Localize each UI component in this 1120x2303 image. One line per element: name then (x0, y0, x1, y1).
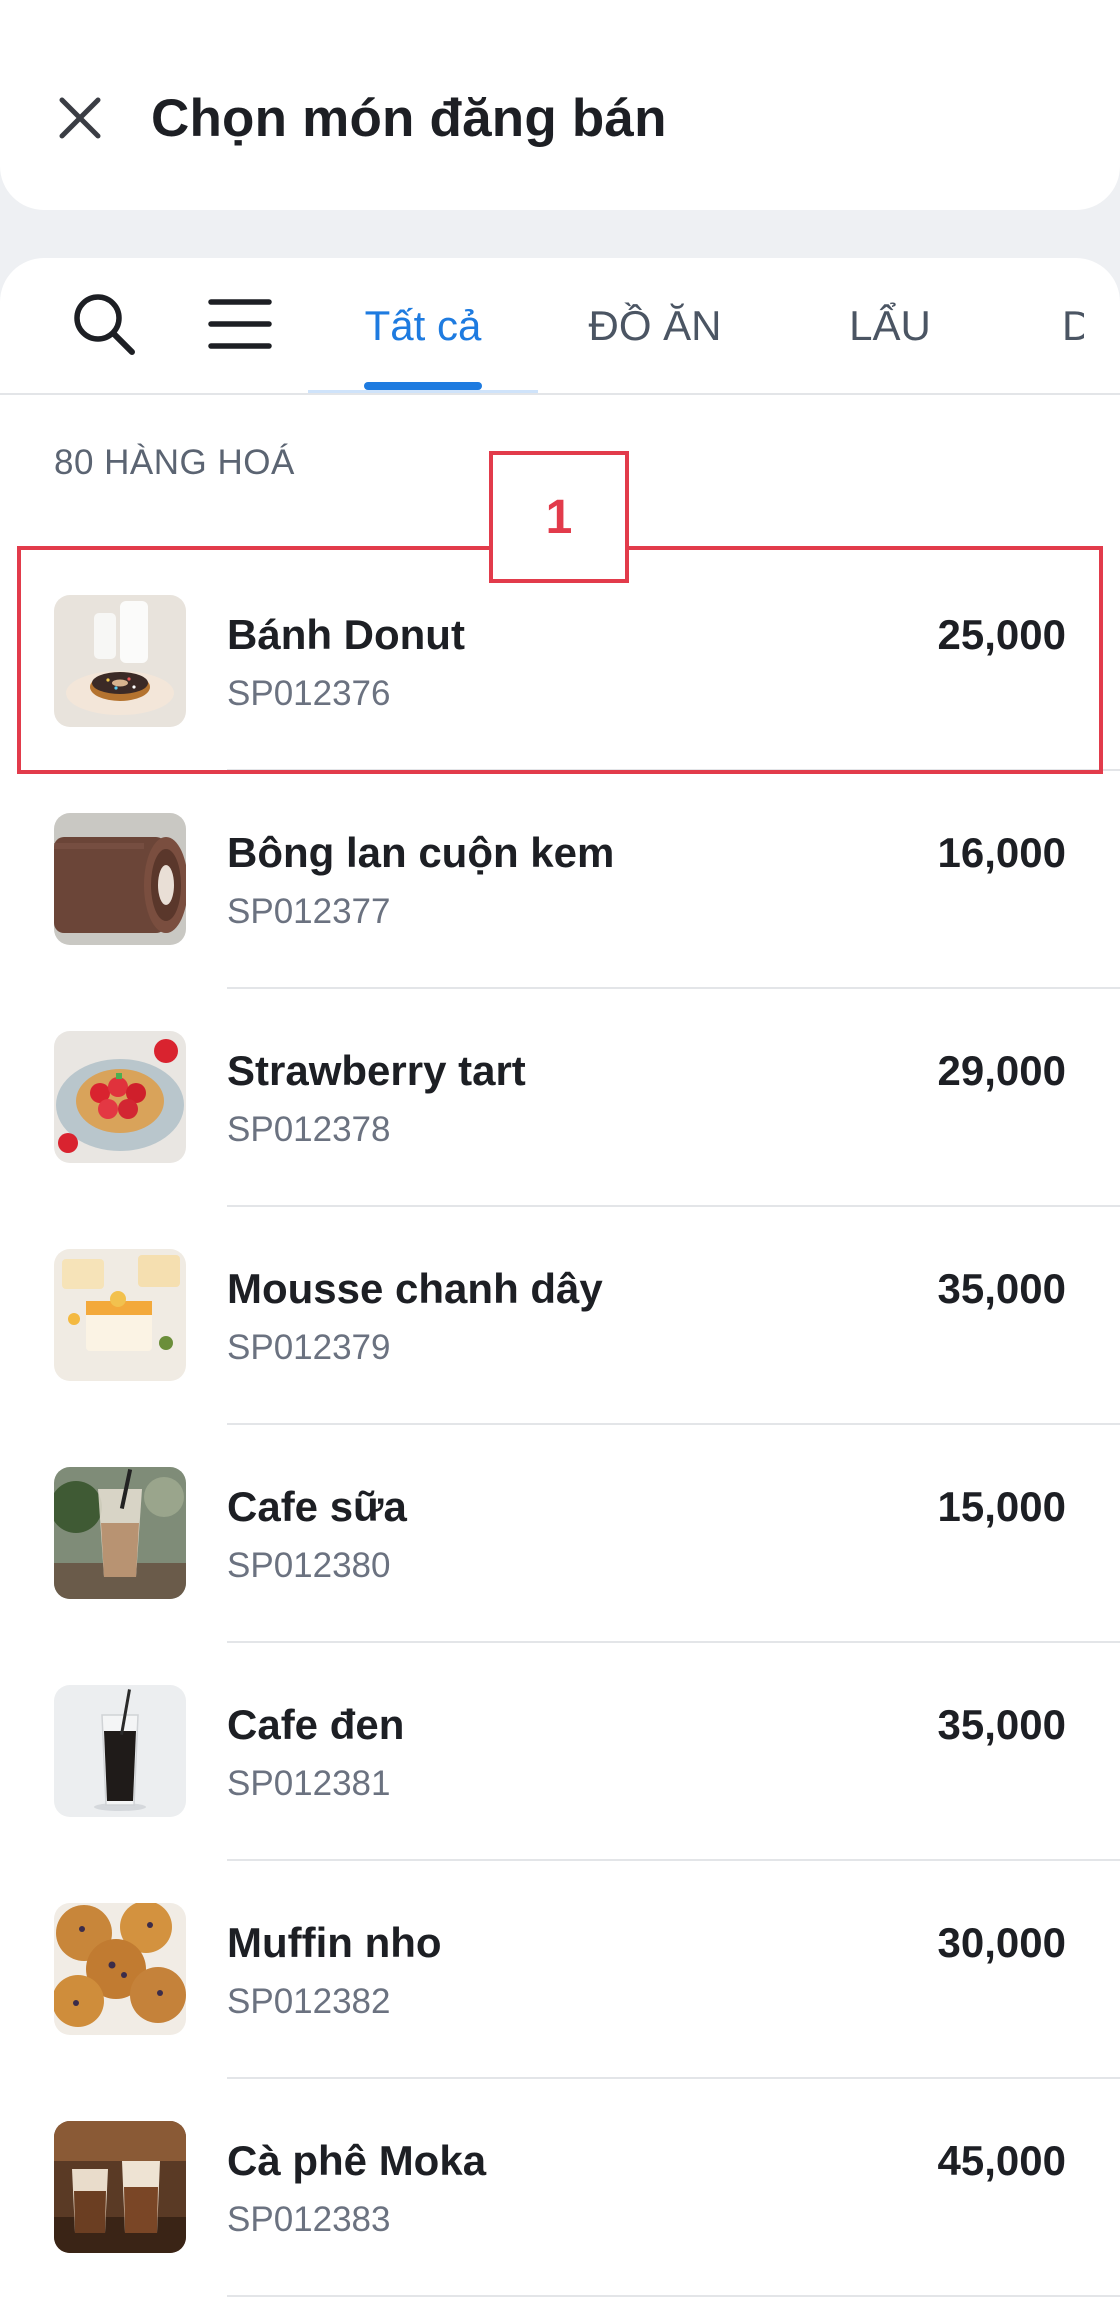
active-tab-indicator (364, 382, 482, 390)
list-item[interactable]: Mousse chanh dây SP012379 35,000 (0, 1207, 1120, 1425)
product-thumbnail (54, 595, 186, 727)
header-bar: Chọn món đăng bán (0, 0, 1120, 210)
list-item[interactable]: Cafe đen SP012381 35,000 (0, 1643, 1120, 1861)
menu-icon (208, 299, 272, 349)
tab-lau[interactable]: LẨU (800, 258, 980, 393)
annotation-marker: 1 (489, 451, 629, 583)
search-button[interactable] (68, 288, 140, 360)
tab-all[interactable]: Tất cả (308, 258, 538, 393)
product-code: SP012380 (227, 1546, 391, 1585)
tab-partial-label: D (1062, 302, 1084, 349)
product-thumbnail (54, 1685, 186, 1817)
list-item[interactable]: Cafe sữa SP012380 15,000 (0, 1425, 1120, 1643)
product-price: 35,000 (937, 1265, 1066, 1312)
product-name: Strawberry tart (227, 1047, 526, 1094)
product-thumbnail (54, 1031, 186, 1163)
product-code: SP012382 (227, 1982, 391, 2021)
product-name: Muffin nho (227, 1919, 442, 1966)
product-thumbnail (54, 813, 186, 945)
tab-track (308, 390, 538, 393)
product-price: 29,000 (937, 1047, 1066, 1094)
product-thumbnail (54, 1467, 186, 1599)
product-name: Cà phê Moka (227, 2137, 487, 2184)
category-tabbar: Tất cả ĐỒ ĂN LẨU D (0, 258, 1120, 395)
close-icon (59, 97, 101, 139)
tab-partial[interactable]: D (1062, 258, 1084, 393)
list-item[interactable]: Cà phê Moka SP012383 45,000 (0, 2079, 1120, 2297)
close-button[interactable] (44, 82, 116, 154)
filter-menu-button[interactable] (204, 288, 276, 360)
product-code: SP012379 (227, 1328, 391, 1367)
product-price: 25,000 (937, 611, 1066, 658)
product-code: SP012376 (227, 674, 391, 713)
product-name: Cafe đen (227, 1701, 405, 1748)
list-item[interactable]: Muffin nho SP012382 30,000 (0, 1861, 1120, 2079)
product-thumbnail (54, 1903, 186, 2035)
divider (227, 2295, 1120, 2297)
item-count-label: 80 HÀNG HOÁ (54, 443, 295, 482)
list-item[interactable]: Bông lan cuộn kem SP012377 16,000 (0, 771, 1120, 989)
product-code: SP012377 (227, 892, 391, 931)
tab-do-an[interactable]: ĐỒ ĂN (560, 258, 750, 393)
product-code: SP012378 (227, 1110, 391, 1149)
product-name: Cafe sữa (227, 1483, 407, 1530)
list-item[interactable]: Strawberry tart SP012378 29,000 (0, 989, 1120, 1207)
product-list: Bánh Donut SP012376 25,000 Bông lan cuộn… (0, 553, 1120, 2297)
product-thumbnail (54, 2121, 186, 2253)
product-price: 30,000 (937, 1919, 1066, 1966)
product-price: 15,000 (937, 1483, 1066, 1530)
search-icon (74, 294, 135, 355)
product-name: Bánh Donut (227, 611, 465, 658)
product-name: Bông lan cuộn kem (227, 829, 615, 876)
list-item[interactable]: Bánh Donut SP012376 25,000 (0, 553, 1120, 771)
product-name: Mousse chanh dây (227, 1265, 603, 1312)
product-price: 45,000 (937, 2137, 1066, 2184)
page-title: Chọn món đăng bán (151, 89, 667, 148)
product-price: 16,000 (937, 829, 1066, 876)
product-thumbnail (54, 1249, 186, 1381)
product-code: SP012383 (227, 2200, 391, 2239)
product-price: 35,000 (937, 1701, 1066, 1748)
product-code: SP012381 (227, 1764, 391, 1803)
